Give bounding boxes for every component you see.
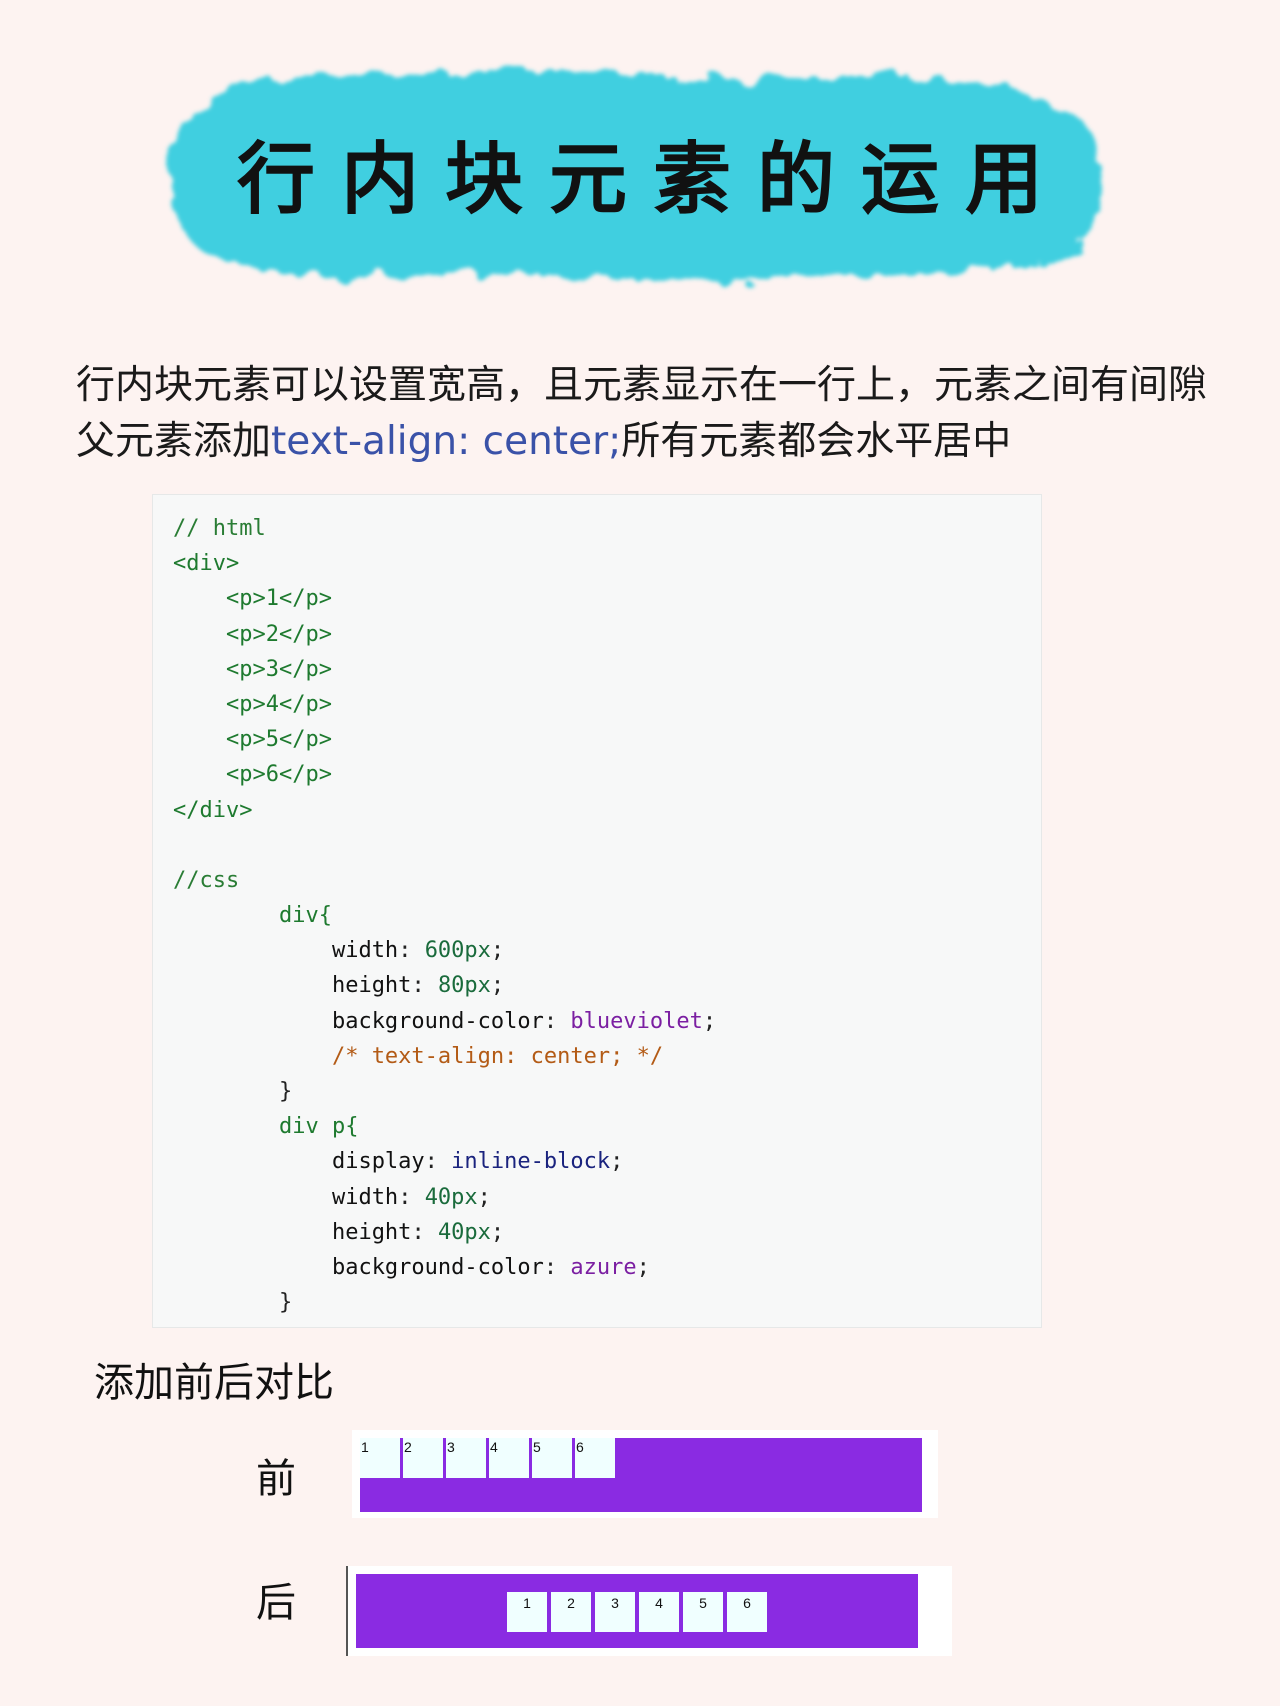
title-banner: 行内块元素的运用 xyxy=(160,48,1120,298)
code-p-line: <p>2</p> xyxy=(225,621,332,647)
demo-box: 2 xyxy=(403,1438,443,1478)
code-p-line: <p>6</p> xyxy=(225,762,332,788)
demo-box: 3 xyxy=(446,1438,486,1478)
code-div-open: <div> xyxy=(173,551,240,577)
before-label: 前 xyxy=(256,1456,296,1502)
code-p-line: <p>5</p> xyxy=(225,727,332,753)
demo-box: 6 xyxy=(575,1438,615,1478)
code-decl: background-color: azure; xyxy=(331,1254,650,1280)
code-decl: background-color: blueviolet; xyxy=(331,1008,717,1034)
code-close-brace: } xyxy=(278,1079,293,1104)
code-block: // html <div> <p>1</p> <p>2</p> <p>3</p>… xyxy=(152,494,1042,1328)
code-close-brace: } xyxy=(278,1290,293,1316)
compare-title: 添加前后对比 xyxy=(94,1360,334,1406)
after-label: 后 xyxy=(256,1580,296,1626)
intro-line-2: 父元素添加text-align: center;所有元素都会水平居中 xyxy=(76,414,1266,470)
code-decl: height: 80px; xyxy=(331,973,505,999)
code-p-line: <p>4</p> xyxy=(225,691,332,717)
demo-box: 5 xyxy=(683,1592,723,1632)
demo-box: 2 xyxy=(551,1592,591,1632)
demo-box: 6 xyxy=(727,1592,767,1632)
code-decl: height: 40px; xyxy=(331,1219,505,1245)
demo-box: 5 xyxy=(532,1438,572,1478)
code-div-close: </div> xyxy=(173,797,253,823)
after-demo-parent: 123456 xyxy=(356,1574,918,1648)
after-demo-frame: 123456 xyxy=(348,1566,952,1656)
code-p-line: <p>3</p> xyxy=(225,656,332,682)
code-p-line: <p>1</p> xyxy=(225,586,332,612)
code-rule2-selector: div p{ xyxy=(278,1114,359,1140)
code-decl: width: 600px; xyxy=(331,938,505,964)
intro-text: 行内块元素可以设置宽高，且元素显示在一行上，元素之间有间隙 父元素添加text-… xyxy=(76,358,1266,470)
demo-box: 1 xyxy=(507,1592,547,1632)
code-html-comment: // html xyxy=(173,516,266,541)
before-demo-parent: 123456 xyxy=(360,1438,922,1512)
demo-box: 4 xyxy=(639,1592,679,1632)
demo-box: 3 xyxy=(595,1592,635,1632)
intro-suffix: 所有元素都会水平居中 xyxy=(621,419,1012,464)
intro-prefix: 父元素添加 xyxy=(76,419,272,464)
code-decl: width: 40px; xyxy=(331,1184,491,1210)
demo-box: 4 xyxy=(489,1438,529,1478)
code-commented-decl: /* text-align: center; */ xyxy=(331,1043,664,1069)
intro-line-1: 行内块元素可以设置宽高，且元素显示在一行上，元素之间有间隙 xyxy=(76,363,1208,408)
demo-box: 1 xyxy=(360,1438,400,1478)
code-rule1-selector: div{ xyxy=(278,903,332,929)
code-css-comment: //css xyxy=(173,867,240,893)
page-title: 行内块元素的运用 xyxy=(236,134,1069,225)
code-decl: display: inline-block; xyxy=(331,1149,624,1175)
before-demo-frame: 123456 xyxy=(352,1430,938,1518)
intro-code-highlight: text-align: center; xyxy=(271,419,622,464)
